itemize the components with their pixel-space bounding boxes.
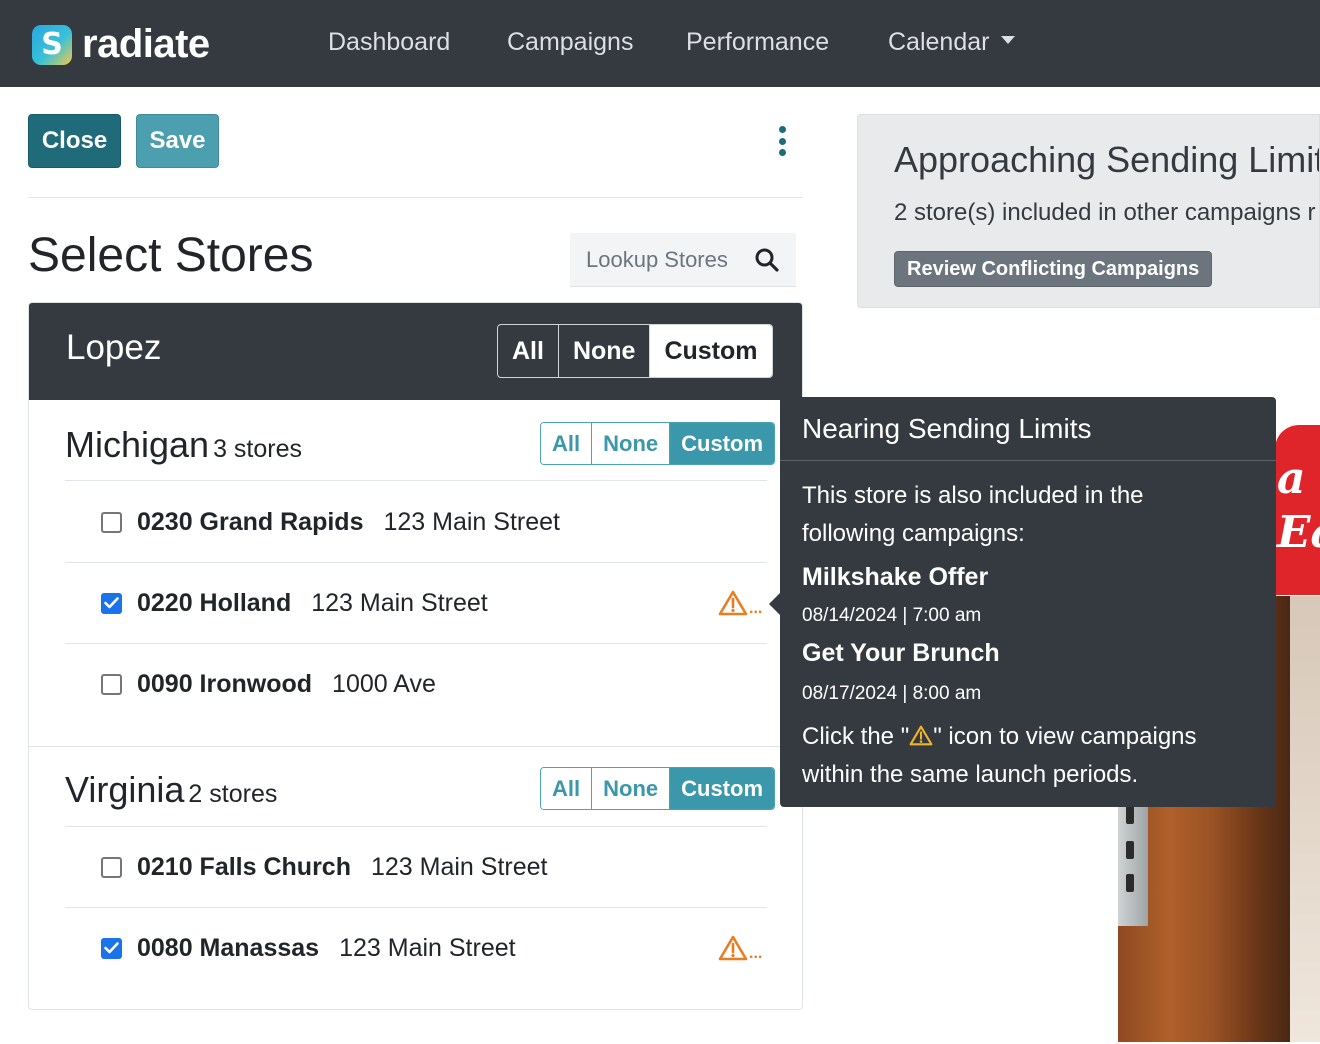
store-name: 0090 Ironwood xyxy=(137,669,313,698)
campaign-image-text-2: Ea xyxy=(1277,507,1320,558)
nav-calendar-label: Calendar xyxy=(888,28,990,56)
store-address: 123 Main Street xyxy=(339,933,516,962)
state-count: 2 stores xyxy=(188,780,278,808)
toolbar-divider xyxy=(28,197,803,198)
nav-campaigns[interactable]: Campaigns xyxy=(507,28,633,57)
tooltip-title: Nearing Sending Limits xyxy=(802,413,1092,444)
tooltip-intro: This store is also included in the follo… xyxy=(802,482,1144,547)
tooltip-campaign-date: 08/17/2024 | 8:00 am xyxy=(802,683,982,704)
warning-triangle-icon[interactable]: ... xyxy=(718,590,762,617)
store-name: 0080 Manassas xyxy=(137,933,320,962)
store-checkbox[interactable] xyxy=(101,673,122,695)
more-vertical-icon[interactable] xyxy=(776,126,788,156)
brand-name: radiate xyxy=(82,22,210,66)
nav-calendar[interactable]: Calendar xyxy=(888,28,1016,57)
page-title: Select Stores xyxy=(28,229,314,282)
virginia-custom-button[interactable]: Custom xyxy=(669,768,775,809)
group-none-button[interactable]: None xyxy=(557,325,650,377)
sending-limits-tooltip: Nearing Sending Limits This store is als… xyxy=(769,397,1276,807)
tooltip-header: Nearing Sending Limits xyxy=(780,397,1276,461)
tooltip-arrow xyxy=(769,593,780,615)
sending-limits-card: Approaching Sending Limits 2 store(s) in… xyxy=(857,114,1320,308)
search-placeholder: Lookup Stores xyxy=(586,246,728,272)
store-checkbox[interactable] xyxy=(101,937,122,959)
group-custom-button[interactable]: Custom xyxy=(649,325,772,377)
campaign-image-edge xyxy=(1290,596,1320,1042)
store-address: 123 Main Street xyxy=(383,507,560,536)
store-checkbox[interactable] xyxy=(101,592,122,614)
group-name: Lopez xyxy=(66,328,162,367)
top-navbar: S radiate Dashboard Campaigns Performanc… xyxy=(0,0,1320,87)
tooltip-campaign-date: 08/14/2024 | 7:00 am xyxy=(802,605,982,626)
radiate-logo-icon: S xyxy=(32,24,72,65)
tooltip-campaign-name: Get Your Brunch xyxy=(802,639,1000,667)
search-input[interactable]: Lookup Stores xyxy=(570,233,796,287)
store-row[interactable]: 0080 Manassas 123 Main Street xyxy=(101,933,516,963)
search-icon[interactable] xyxy=(754,247,780,273)
campaign-image-text-1: a xyxy=(1277,453,1306,504)
store-address: 1000 Ave xyxy=(332,669,436,698)
michigan-none-button[interactable]: None xyxy=(591,423,670,464)
store-row[interactable]: 0090 Ironwood 1000 Ave xyxy=(101,669,436,699)
campaign-image-banner: a Ea xyxy=(1275,425,1320,595)
group-selection-toggle: All None Custom xyxy=(497,324,773,378)
save-button[interactable]: Save xyxy=(136,114,219,168)
check-icon xyxy=(104,597,119,609)
store-checkbox[interactable] xyxy=(101,856,122,878)
close-button[interactable]: Close xyxy=(28,114,121,168)
warning-triangle-icon xyxy=(909,725,933,746)
sending-limits-text: 2 store(s) included in other campaigns r xyxy=(894,199,1316,226)
brand-logo[interactable]: S radiate xyxy=(32,22,210,67)
store-address: 123 Main Street xyxy=(311,588,488,617)
store-row[interactable]: 0210 Falls Church 123 Main Street xyxy=(101,852,547,882)
tooltip-footer: Click the " " icon to view campaigns with… xyxy=(802,723,1197,788)
michigan-selection-toggle: All None Custom xyxy=(540,422,776,465)
state-name-michigan: Michigan 3 stores xyxy=(65,424,303,465)
virginia-none-button[interactable]: None xyxy=(591,768,670,809)
store-name: 0210 Falls Church xyxy=(137,852,351,881)
store-name: 0220 Holland xyxy=(137,588,292,617)
group-all-button[interactable]: All xyxy=(498,325,558,377)
tooltip-campaign-name: Milkshake Offer xyxy=(802,563,989,591)
review-conflicting-campaigns-button[interactable]: Review Conflicting Campaigns xyxy=(894,251,1213,287)
store-checkbox[interactable] xyxy=(101,511,122,533)
michigan-custom-button[interactable]: Custom xyxy=(669,423,775,464)
store-name: 0230 Grand Rapids xyxy=(137,507,364,536)
virginia-selection-toggle: All None Custom xyxy=(540,767,776,810)
store-row[interactable]: 0230 Grand Rapids 123 Main Street xyxy=(101,507,560,537)
store-row[interactable]: 0220 Holland 123 Main Street xyxy=(101,588,488,618)
sending-limits-title: Approaching Sending Limits xyxy=(894,139,1320,180)
store-address: 123 Main Street xyxy=(370,852,548,881)
state-count: 3 stores xyxy=(213,435,303,463)
michigan-all-button[interactable]: All xyxy=(541,423,592,464)
warning-triangle-icon[interactable]: ... xyxy=(718,935,762,962)
group-header: Lopez All None Custom xyxy=(29,303,802,400)
nav-performance[interactable]: Performance xyxy=(686,28,829,57)
nav-dashboard[interactable]: Dashboard xyxy=(328,28,450,57)
virginia-all-button[interactable]: All xyxy=(541,768,592,809)
check-icon xyxy=(104,942,119,954)
chevron-down-icon xyxy=(1001,36,1016,45)
state-name-virginia: Virginia 2 stores xyxy=(65,769,278,810)
store-selection-panel: Lopez All None Custom Michigan 3 stores A… xyxy=(28,302,803,1010)
